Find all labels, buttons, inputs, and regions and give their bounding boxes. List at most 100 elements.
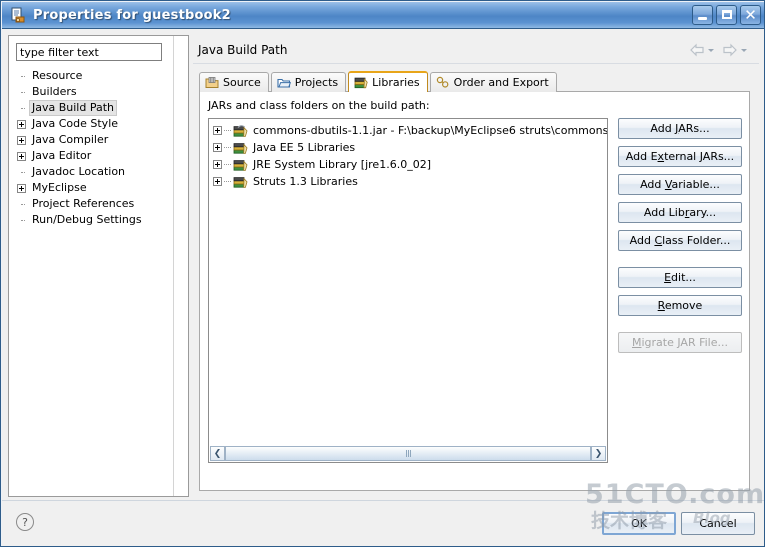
list-item-label: JRE System Library [jre1.6.0_02] [253,158,431,171]
expand-icon[interactable] [213,143,222,152]
tree-leaf-marker [17,216,26,225]
list-item[interactable]: Java EE 5 Libraries [213,139,607,156]
tree-leaf-marker [17,168,26,177]
sidebar-item-java-editor[interactable]: Java Editor [17,148,177,164]
edit-button[interactable]: Edit... [618,267,742,288]
tab-libraries[interactable]: Libraries [348,71,428,92]
settings-navigation-panel: Resource Builders Java Build Path Java C… [8,35,189,497]
expand-icon[interactable] [213,126,222,135]
maximize-button[interactable] [716,5,737,25]
sidebar-item-label: Javadoc Location [32,165,126,178]
tree-connector [224,129,231,132]
dialog-footer: ? OK Cancel [2,500,764,546]
sidebar-item-label: Java Code Style [32,117,119,130]
add-class-folder-button[interactable]: Add Class Folder... [618,230,742,251]
sidebar-item-label: Project References [32,197,135,210]
migrate-jar-file-button: Migrate JAR File... [618,332,742,353]
back-arrow-icon[interactable] [689,43,705,57]
title-separator [193,63,759,64]
back-dropdown-caret-icon[interactable] [708,48,714,52]
window-controls: ✕ [692,5,761,25]
tab-source[interactable]: Source [199,72,269,92]
sidebar-item-java-compiler[interactable]: Java Compiler [17,132,177,148]
page-navigation [689,43,752,57]
tab-label: Order and Export [453,76,549,89]
sidebar-item-run-debug-settings[interactable]: Run/Debug Settings [17,212,177,228]
sidebar-item-myeclipse[interactable]: MyEclipse [17,180,177,196]
projects-icon [277,76,291,89]
minimize-button[interactable] [692,5,713,25]
tab-label: Source [223,76,261,89]
sidebar-item-resource[interactable]: Resource [17,68,177,84]
properties-page-icon [9,7,26,24]
sidebar-item-label: Resource [32,69,83,82]
list-item[interactable]: commons-dbutils-1.1.jar - F:\backup\MyEc… [213,122,608,139]
tab-label: Projects [294,76,339,89]
tree-leaf-marker [17,104,26,113]
library-icon [233,141,249,155]
tree-connector [224,163,231,166]
settings-tree: Resource Builders Java Build Path Java C… [17,68,177,228]
close-button[interactable]: ✕ [740,5,761,25]
library-icon [233,175,249,189]
list-item-label: Struts 1.3 Libraries [253,175,358,188]
sidebar-item-java-code-style[interactable]: Java Code Style [17,116,177,132]
expand-icon[interactable] [213,177,222,186]
forward-dropdown-caret-icon[interactable] [741,48,747,52]
add-external-jars-button[interactable]: Add External JARs... [618,146,742,167]
list-horizontal-scrollbar[interactable]: ❮ ❯ [210,446,606,461]
expand-icon[interactable] [17,135,26,145]
tab-label: Libraries [372,76,420,89]
properties-dialog: Properties for guestbook2 ✕ Resource Bui… [0,0,765,547]
order-export-icon [436,76,450,89]
dialog-body: Resource Builders Java Build Path Java C… [2,29,764,500]
scroll-left-button[interactable]: ❮ [210,446,225,461]
libraries-tab-panel: JARs and class folders on the build path… [199,91,750,491]
list-item-label: Java EE 5 Libraries [253,141,356,154]
build-path-tree: commons-dbutils-1.1.jar - F:\backup\MyEc… [213,122,608,190]
sidebar-item-java-build-path[interactable]: Java Build Path [17,100,177,116]
forward-arrow-icon[interactable] [722,43,738,57]
filter-input[interactable] [16,43,162,61]
ok-button[interactable]: OK [602,512,676,535]
scroll-thumb[interactable] [225,446,591,461]
scroll-track[interactable] [225,446,591,461]
expand-icon[interactable] [17,151,26,161]
tree-leaf-marker [17,200,26,209]
settings-content-panel: Java Build Path Source Projects Librarie… [193,35,759,497]
cancel-button[interactable]: Cancel [681,512,755,535]
libraries-panel-label: JARs and class folders on the build path… [208,99,430,112]
sidebar-item-label: Builders [32,85,77,98]
sidebar-item-builders[interactable]: Builders [17,84,177,100]
remove-button[interactable]: Remove [618,295,742,316]
list-item[interactable]: Struts 1.3 Libraries [213,173,607,190]
tab-projects[interactable]: Projects [270,72,347,92]
add-jars-button[interactable]: Add JARs... [618,118,742,139]
libraries-icon [354,76,368,89]
sidebar-item-label: Java Editor [32,149,92,162]
scroll-grip-icon [405,450,411,457]
list-item-label: commons-dbutils-1.1.jar - F:\backup\MyEc… [253,124,608,137]
scroll-right-button[interactable]: ❯ [591,446,606,461]
build-path-list[interactable]: commons-dbutils-1.1.jar - F:\backup\MyEc… [208,118,608,463]
expand-icon[interactable] [17,119,26,129]
tab-order-and-export[interactable]: Order and Export [429,72,557,92]
source-folder-icon [205,76,219,89]
add-library-button[interactable]: Add Library... [618,202,742,223]
tree-connector [224,180,231,183]
help-icon[interactable]: ? [16,513,34,531]
expand-icon[interactable] [17,183,26,193]
add-variable-button[interactable]: Add Variable... [618,174,742,195]
tree-leaf-marker [17,88,26,97]
sidebar-scrollbar[interactable] [173,36,188,496]
sidebar-item-label: Run/Debug Settings [32,213,142,226]
filter-wrap [16,43,162,61]
sidebar-item-project-references[interactable]: Project References [17,196,177,212]
tree-connector [224,146,231,149]
expand-icon[interactable] [213,160,222,169]
sidebar-item-javadoc-location[interactable]: Javadoc Location [17,164,177,180]
list-item[interactable]: JRE System Library [jre1.6.0_02] [213,156,607,173]
tree-leaf-marker [17,72,26,81]
window-title: Properties for guestbook2 [33,7,231,23]
sidebar-item-label: Java Compiler [32,133,109,146]
